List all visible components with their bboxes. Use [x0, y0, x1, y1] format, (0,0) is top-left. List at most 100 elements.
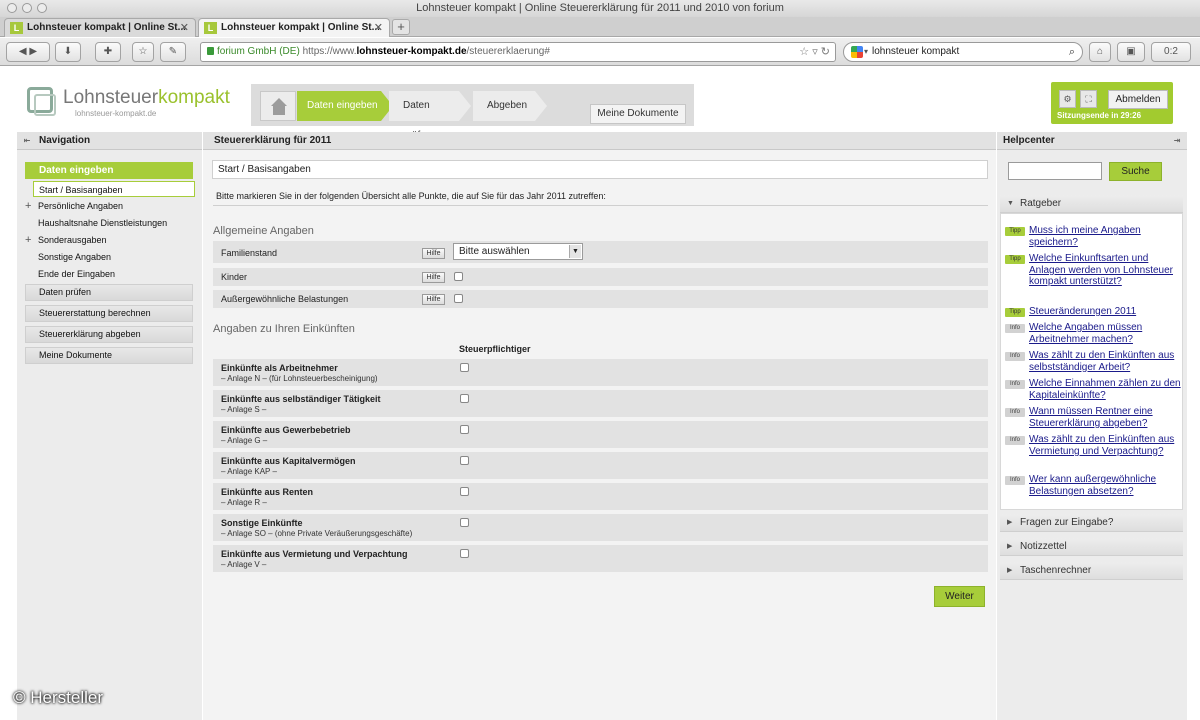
- row-aussergewoehnliche-belastungen: Außergewöhnliche Belastungen Hilfe: [213, 290, 988, 308]
- income-checkbox[interactable]: [460, 518, 469, 527]
- settings-icon[interactable]: ⚙: [1059, 90, 1076, 108]
- nav-item-persoenliche-angaben[interactable]: Persönliche Angaben: [33, 198, 195, 214]
- income-checkbox[interactable]: [460, 549, 469, 558]
- bookmark-icon[interactable]: ☆: [132, 42, 154, 62]
- intro-text: Bitte markieren Sie in der folgenden Übe…: [216, 191, 606, 201]
- help-button[interactable]: Hilfe: [422, 272, 445, 283]
- close-tab-icon[interactable]: ✕: [180, 19, 189, 37]
- help-button[interactable]: Hilfe: [422, 248, 445, 259]
- article-link[interactable]: Wer kann außergewöhnliche Belastungen ab…: [1029, 474, 1181, 497]
- zoom-window-icon[interactable]: [37, 3, 47, 13]
- income-checkbox[interactable]: [460, 394, 469, 403]
- nav-section-daten-eingeben[interactable]: Daten eingeben: [25, 162, 193, 179]
- help-search-button[interactable]: Suche: [1109, 162, 1162, 181]
- nav-daten-pruefen[interactable]: Daten prüfen: [25, 284, 193, 301]
- reload-icon[interactable]: ↻: [821, 46, 830, 58]
- row-label: Kinder: [221, 272, 248, 282]
- step-abgeben[interactable]: Abgeben: [473, 91, 547, 121]
- nav-item-start-basisangaben[interactable]: Start / Basisangaben: [33, 181, 195, 197]
- info-badge: Info: [1005, 352, 1025, 361]
- article-link[interactable]: Welche Angaben müssen Arbeitnehmer mache…: [1029, 322, 1181, 345]
- tipp-badge: Tipp: [1005, 255, 1025, 264]
- nav-item-sonstige-angaben[interactable]: Sonstige Angaben: [33, 249, 195, 265]
- back-forward-button[interactable]: ◀ ▶: [6, 42, 50, 62]
- addon-count: 0:2: [1164, 46, 1178, 57]
- marital-status-select[interactable]: Bitte auswählen ▼: [453, 243, 583, 260]
- accordion-taschenrechner[interactable]: ▶ Taschenrechner: [1000, 562, 1183, 580]
- income-checkbox[interactable]: [460, 456, 469, 465]
- chevron-down-icon[interactable]: ▾: [864, 43, 868, 61]
- article-link[interactable]: Wann müssen Rentner eine Steuererklärung…: [1029, 406, 1181, 429]
- my-documents-button[interactable]: Meine Dokumente: [590, 104, 686, 124]
- nav-item-sonderausgaben[interactable]: Sonderausgaben: [33, 232, 195, 248]
- accordion-fragen[interactable]: ▶ Fragen zur Eingabe?: [1000, 514, 1183, 532]
- pencil-icon[interactable]: ✎: [160, 42, 186, 62]
- chevron-down-icon[interactable]: ▼: [569, 245, 581, 258]
- article-link[interactable]: Was zählt zu den Einkünften aus selbstst…: [1029, 350, 1181, 373]
- search-bar[interactable]: ▾ lohnsteuer kompakt ⌕: [843, 42, 1083, 62]
- income-row: Einkünfte als Arbeitnehmer – Anlage N – …: [213, 359, 988, 386]
- income-row: Einkünfte aus Gewerbebetrieb – Anlage G …: [213, 421, 988, 448]
- income-checkbox[interactable]: [460, 363, 469, 372]
- minimize-window-icon[interactable]: [22, 3, 32, 13]
- collapse-left-icon[interactable]: ⇤: [22, 136, 32, 145]
- income-title: Einkünfte aus Renten: [221, 487, 314, 497]
- nav-steuererstattung-berechnen[interactable]: Steuererstattung berechnen: [25, 305, 193, 322]
- income-subtitle: – Anlage V –: [221, 560, 267, 569]
- nav-steuererklaerung-abgeben[interactable]: Steuererklärung abgeben: [25, 326, 193, 343]
- article-link[interactable]: Muss ich meine Angaben speichern?: [1029, 225, 1181, 248]
- article-link[interactable]: Welche Einnahmen zählen zu den Kapitalei…: [1029, 378, 1181, 401]
- house-icon: [270, 98, 288, 116]
- next-button[interactable]: Weiter: [934, 586, 985, 607]
- income-row: Einkünfte aus Vermietung und Verpachtung…: [213, 545, 988, 572]
- nav-meine-dokumente[interactable]: Meine Dokumente: [25, 347, 193, 364]
- url-bar[interactable]: forium GmbH (DE) https://www.lohnsteuer-…: [200, 42, 836, 62]
- help-search-input[interactable]: [1008, 162, 1102, 180]
- list-item: Info Wer kann außergewöhnliche Belastunge…: [1005, 474, 1181, 497]
- window-controls[interactable]: [7, 3, 47, 13]
- step-daten-pruefen[interactable]: Daten prüfen: [389, 91, 471, 141]
- window-icon[interactable]: ▣: [1117, 42, 1145, 62]
- article-link[interactable]: Steueränderungen 2011: [1029, 306, 1181, 318]
- new-tab-button[interactable]: +: [392, 19, 410, 35]
- select-value: Bitte auswählen: [459, 246, 530, 257]
- expand-icon[interactable]: +: [25, 233, 31, 247]
- tipp-badge: Tipp: [1005, 308, 1025, 317]
- close-tab-icon[interactable]: ✕: [374, 19, 383, 37]
- browser-tab[interactable]: L Lohnsteuer kompakt | Online St... ✕: [4, 18, 196, 37]
- home-icon[interactable]: ⌂: [1089, 42, 1111, 62]
- addon-icon[interactable]: ✚: [95, 42, 121, 62]
- ratgeber-list: Tipp Muss ich meine Angaben speichern? Ti…: [1000, 213, 1183, 510]
- article-link[interactable]: Welche Einkunftsarten und Anlagen werden…: [1029, 253, 1181, 288]
- star-icon[interactable]: ☆: [799, 46, 809, 58]
- home-button[interactable]: [260, 91, 296, 121]
- income-checkbox[interactable]: [460, 425, 469, 434]
- income-checkbox[interactable]: [460, 487, 469, 496]
- close-window-icon[interactable]: [7, 3, 17, 13]
- article-link[interactable]: Was zählt zu den Einkünften aus Vermietu…: [1029, 434, 1181, 457]
- tipp-badge: Tipp: [1005, 227, 1025, 236]
- site-identity[interactable]: forium GmbH (DE): [217, 46, 300, 57]
- download-icon[interactable]: ⬇: [55, 42, 81, 62]
- belastungen-checkbox[interactable]: [454, 294, 463, 303]
- help-button[interactable]: Hilfe: [422, 294, 445, 305]
- nav-item-ende-der-eingaben[interactable]: Ende der Eingaben: [33, 266, 195, 282]
- row-kinder: Kinder Hilfe: [213, 268, 988, 286]
- logout-button[interactable]: Abmelden: [1108, 90, 1168, 109]
- expand-icon[interactable]: +: [25, 199, 31, 213]
- collapse-right-icon[interactable]: ⇥: [1172, 136, 1182, 145]
- info-badge: Info: [1005, 408, 1025, 417]
- url-actions[interactable]: ☆ ▿ ↻: [799, 43, 830, 61]
- accordion-ratgeber[interactable]: ▼ Ratgeber: [1000, 195, 1183, 213]
- dropdown-icon[interactable]: ▿: [812, 46, 818, 58]
- fullscreen-icon[interactable]: ⛶: [1080, 90, 1097, 108]
- kinder-checkbox[interactable]: [454, 272, 463, 281]
- browser-tab-active[interactable]: L Lohnsteuer kompakt | Online St... ✕: [198, 18, 390, 37]
- search-icon[interactable]: ⌕: [1069, 43, 1075, 61]
- addon-counter[interactable]: 0:2: [1151, 42, 1191, 62]
- step-daten-eingeben[interactable]: Daten eingeben: [297, 91, 393, 121]
- logo[interactable]: Lohnsteuerkompakt lohnsteuer-kompakt.de: [27, 85, 237, 125]
- accordion-notizzettel[interactable]: ▶ Notizzettel: [1000, 538, 1183, 556]
- search-input[interactable]: lohnsteuer kompakt: [872, 46, 959, 57]
- nav-item-haushaltsnahe-dienstleistungen[interactable]: Haushaltsnahe Dienstleistungen: [33, 215, 195, 231]
